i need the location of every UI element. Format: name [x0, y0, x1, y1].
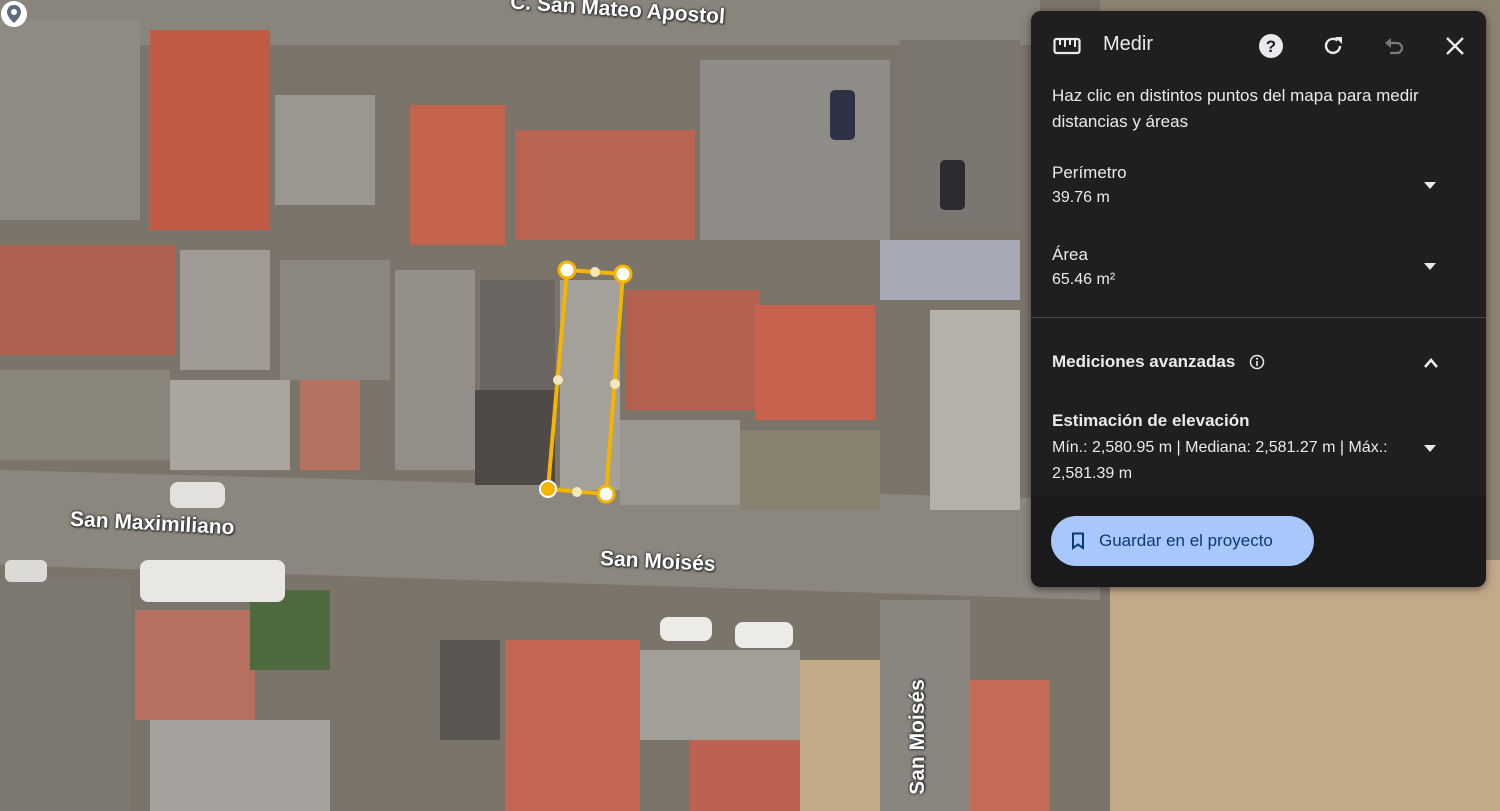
- perimeter-label: Perímetro: [1052, 163, 1127, 182]
- street-label-vertical: San Moisés: [905, 679, 929, 795]
- chevron-down-icon[interactable]: [1421, 442, 1439, 454]
- measure-panel: Medir ? Haz clic en distintos puntos del…: [1031, 11, 1486, 587]
- info-icon[interactable]: [1249, 354, 1265, 370]
- chevron-up-icon[interactable]: [1422, 357, 1440, 369]
- elevation-label: Estimación de elevación: [1052, 411, 1250, 430]
- area-value: 65.46 m²: [1052, 271, 1116, 288]
- close-icon: [1446, 37, 1464, 55]
- help-icon: ?: [1259, 34, 1283, 58]
- bookmark-icon: [1072, 532, 1084, 550]
- area-label: Área: [1052, 245, 1088, 264]
- advanced-label: Mediciones avanzadas: [1052, 352, 1236, 371]
- perimeter-value: 39.76 m: [1052, 189, 1110, 206]
- panel-footer: Guardar en el proyecto: [1031, 496, 1486, 587]
- close-button[interactable]: [1440, 31, 1470, 61]
- divider: [1031, 317, 1486, 318]
- refresh-button[interactable]: [1318, 31, 1348, 61]
- elevation-value: Mín.: 2,580.95 m | Mediana: 2,581.27 m |…: [1052, 439, 1388, 482]
- panel-header: Medir ?: [1031, 11, 1486, 81]
- save-to-project-button[interactable]: Guardar en el proyecto: [1051, 516, 1314, 566]
- refresh-icon: [1324, 37, 1342, 55]
- undo-button[interactable]: [1379, 31, 1409, 61]
- save-button-label: Guardar en el proyecto: [1099, 531, 1273, 550]
- ruler-icon: [1053, 37, 1081, 55]
- instructions-text: Haz clic en distintos puntos del mapa pa…: [1052, 86, 1419, 131]
- help-button[interactable]: ?: [1256, 31, 1286, 61]
- svg-text:?: ?: [1266, 37, 1276, 56]
- location-pin-icon[interactable]: [0, 0, 28, 30]
- panel-title: Medir: [1103, 33, 1154, 55]
- undo-icon: [1385, 38, 1404, 55]
- chevron-down-icon[interactable]: [1421, 179, 1439, 191]
- chevron-down-icon[interactable]: [1421, 260, 1439, 272]
